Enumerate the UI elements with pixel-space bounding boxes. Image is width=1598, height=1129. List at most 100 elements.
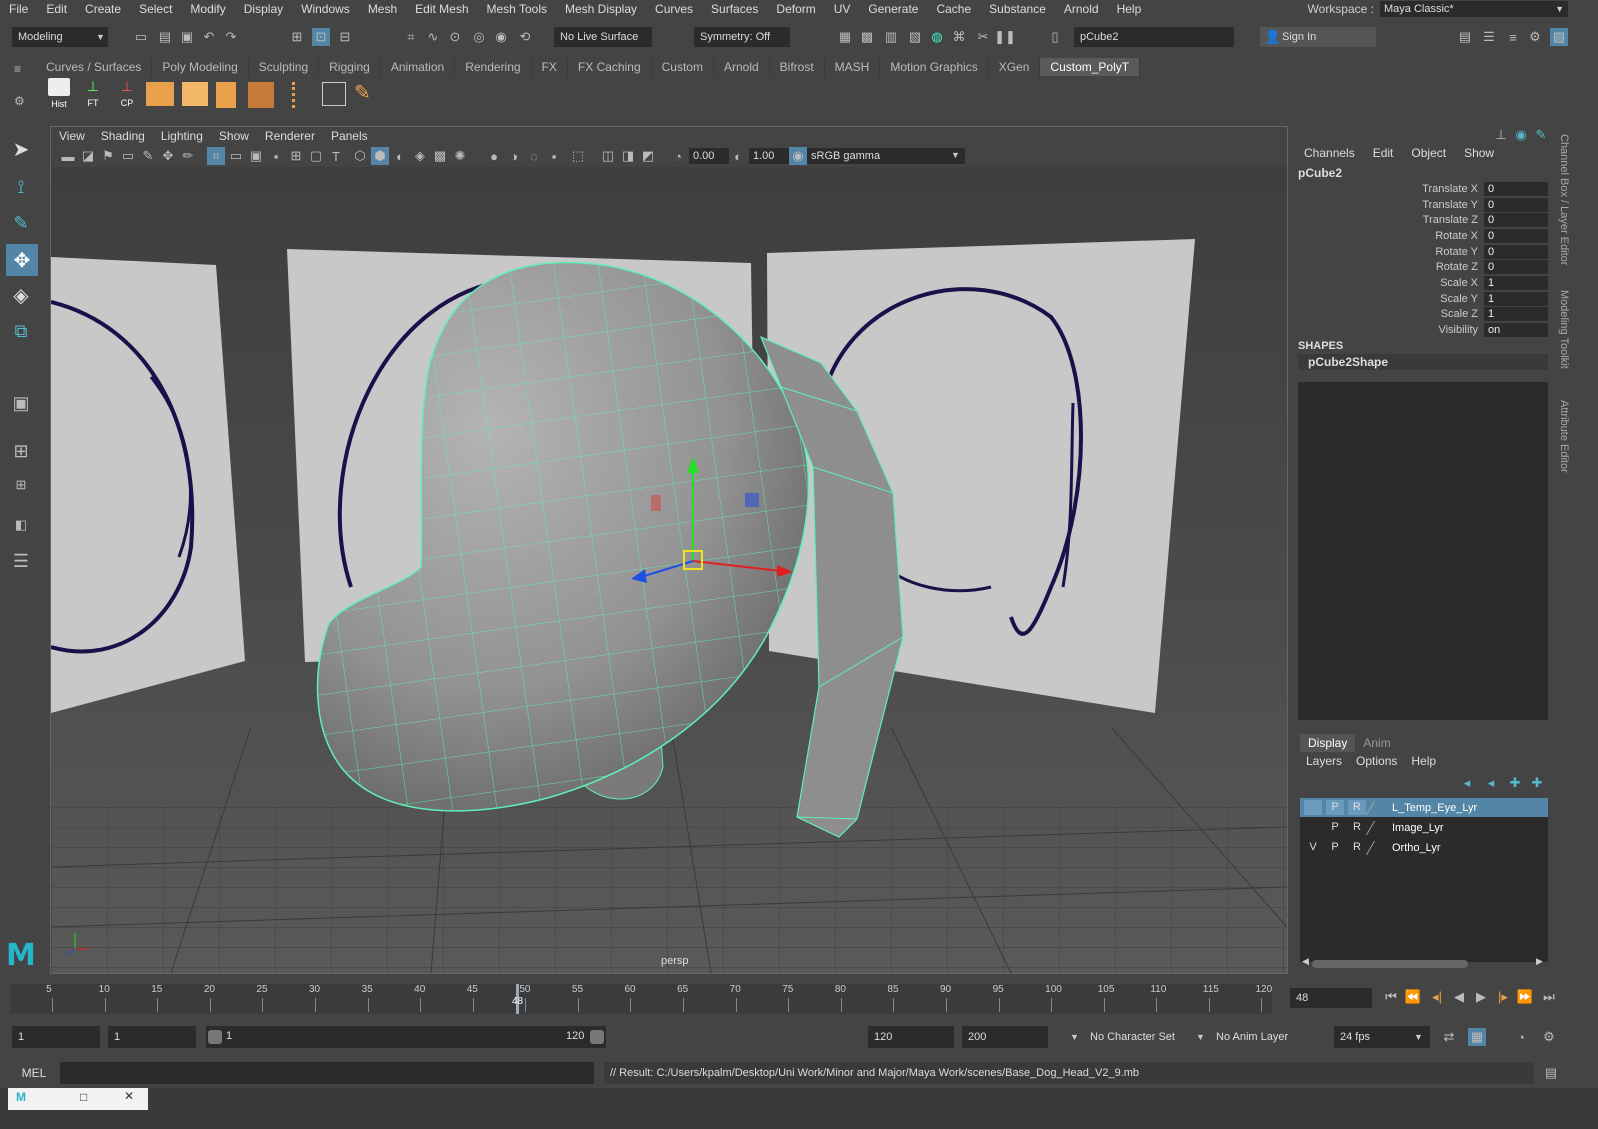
range-bar[interactable]: 1 120 — [206, 1026, 606, 1048]
tab-sculpting[interactable]: Sculpting — [249, 58, 320, 76]
channel-box-icon[interactable]: ▧ — [1550, 28, 1568, 46]
menu-substance[interactable]: Substance — [980, 0, 1055, 18]
step-back-key-icon[interactable]: ⏪ — [1404, 988, 1422, 1006]
layer-r-toggle[interactable]: R — [1348, 800, 1366, 815]
snap-view-icon[interactable]: ◎ — [470, 28, 488, 46]
exposure-icon[interactable]: ◔ — [669, 147, 687, 165]
chevron-down-icon[interactable]: ▼ — [1196, 1032, 1205, 1042]
viewport-menu-lighting[interactable]: Lighting — [153, 127, 211, 145]
textured-icon[interactable]: ◈ — [411, 147, 429, 165]
loop-icon[interactable]: ⇄ — [1440, 1028, 1458, 1046]
checker-icon[interactable]: ▩ — [431, 147, 449, 165]
menu-deform[interactable]: Deform — [767, 0, 824, 18]
snap-point-icon[interactable]: ⊙ — [446, 28, 464, 46]
minimized-window[interactable]: M □ ✕ — [8, 1088, 148, 1110]
new-layer-selected-icon[interactable]: ✚ — [1528, 774, 1546, 792]
scroll-left-icon[interactable]: ◀ — [1302, 956, 1309, 967]
motion-blur-icon[interactable]: ◌ — [525, 147, 543, 165]
layout-grid-icon[interactable]: ⊞ — [12, 476, 30, 494]
side-tab-channel-box[interactable]: Channel Box / Layer Editor — [1558, 134, 1570, 265]
keyframe-tangent-icon[interactable]: ◔ — [1512, 1028, 1530, 1046]
3d-viewport[interactable]: persp — [51, 167, 1287, 973]
layer-p-toggle[interactable]: P — [1326, 820, 1344, 835]
channel-box-edit-icon[interactable]: ✎ — [1532, 126, 1550, 144]
layer-scrollbar[interactable] — [1312, 960, 1468, 968]
layer-row[interactable]: V P R Ortho_Lyr — [1300, 838, 1548, 857]
attribute-value[interactable]: on — [1484, 323, 1548, 338]
layer-menu-help[interactable]: Help — [1411, 754, 1436, 768]
safe-title-icon[interactable]: T — [327, 147, 345, 165]
viewport-menu-shading[interactable]: Shading — [93, 127, 153, 145]
redo-icon[interactable]: ↷ — [222, 28, 240, 46]
grid-icon[interactable]: ⌗ — [207, 147, 225, 165]
mode-dropdown[interactable]: Modeling — [12, 27, 108, 47]
object-name-field[interactable]: pCube2 — [1074, 27, 1234, 47]
tab-curves-surfaces[interactable]: Curves / Surfaces — [36, 58, 153, 76]
snap-live-icon[interactable]: ⟲ — [516, 28, 534, 46]
channel-menu-object[interactable]: Object — [1411, 146, 1446, 160]
attribute-value[interactable]: 0 — [1484, 213, 1548, 228]
tab-mash[interactable]: MASH — [825, 58, 881, 76]
layer-color-icon[interactable] — [1365, 820, 1389, 835]
poly-cube-icon[interactable] — [146, 82, 174, 106]
select-component-icon[interactable]: ⊟ — [336, 28, 354, 46]
menu-select[interactable]: Select — [130, 0, 181, 18]
tab-display[interactable]: Display — [1300, 734, 1356, 752]
chevron-down-icon[interactable]: ▼ — [951, 150, 960, 160]
lasso-tool-icon[interactable]: ⟟ — [12, 177, 30, 197]
tab-custom[interactable]: Custom — [652, 58, 714, 76]
symmetry-dropdown[interactable]: Symmetry: Off — [694, 27, 790, 47]
layer-name[interactable]: L_Temp_Eye_Lyr — [1392, 802, 1477, 814]
go-to-end-icon[interactable]: ⏭ — [1540, 988, 1558, 1006]
layer-menu-options[interactable]: Options — [1356, 754, 1397, 768]
tab-fx-caching[interactable]: FX Caching — [568, 58, 652, 76]
render-frame-icon[interactable]: ▦ — [836, 28, 854, 46]
tab-arnold[interactable]: Arnold — [714, 58, 770, 76]
menu-edit[interactable]: Edit — [37, 0, 76, 18]
channel-box-axis-icon[interactable]: ⊥ — [1492, 126, 1510, 144]
layer-color-icon[interactable] — [1365, 840, 1389, 855]
field-chart-icon[interactable]: ⊞ — [287, 147, 305, 165]
current-frame-field[interactable]: 48 — [1290, 988, 1372, 1008]
script-language-button[interactable]: MEL — [12, 1062, 56, 1084]
tab-poly-modeling[interactable]: Poly Modeling — [152, 58, 249, 76]
menu-mesh-display[interactable]: Mesh Display — [556, 0, 646, 18]
render-sequence-icon[interactable]: ▩ — [858, 28, 876, 46]
character-set-dropdown[interactable]: No Character Set — [1084, 1026, 1194, 1048]
isolate-select-icon[interactable]: ⬚ — [569, 147, 587, 165]
xray-icon[interactable]: ◫ — [599, 147, 617, 165]
chevron-down-icon[interactable]: ▼ — [1070, 1032, 1079, 1042]
pencil-icon[interactable]: ✎ — [354, 80, 371, 105]
viewport-menu-renderer[interactable]: Renderer — [257, 127, 323, 145]
color-management-icon[interactable]: ◉ — [789, 147, 807, 165]
tab-animation[interactable]: Animation — [381, 58, 456, 76]
channel-menu-channels[interactable]: Channels — [1304, 146, 1355, 160]
viewport-menu-view[interactable]: View — [51, 127, 93, 145]
move-plane-xy[interactable] — [651, 495, 661, 511]
tool-settings-icon[interactable]: ⚙ — [1526, 28, 1544, 46]
combine-icon[interactable] — [248, 82, 274, 108]
playback-end-field[interactable]: 120 — [868, 1026, 954, 1048]
arnold-render-icon[interactable]: ✂ — [974, 28, 992, 46]
chevron-down-icon[interactable]: ▼ — [1555, 4, 1564, 14]
hypershade-icon[interactable]: ◍ — [928, 28, 946, 46]
attribute-value[interactable]: 1 — [1484, 291, 1548, 306]
attribute-row[interactable]: Scale Z 1 — [1294, 307, 1548, 323]
tab-custom-polyt[interactable]: Custom_PolyT — [1040, 58, 1141, 76]
step-forward-key-icon[interactable]: ⏩ — [1516, 988, 1534, 1006]
attribute-row[interactable]: Translate Z 0 — [1294, 212, 1548, 228]
layer-menu-layers[interactable]: Layers — [1306, 754, 1342, 768]
layer-v-toggle[interactable] — [1304, 800, 1322, 815]
image-plane-icon[interactable]: ▭ — [119, 147, 137, 165]
camera-attributes-icon[interactable]: ◪ — [79, 147, 97, 165]
camera-select-icon[interactable]: ▬ — [59, 147, 77, 165]
go-to-start-icon[interactable]: ⏮ — [1382, 988, 1400, 1006]
new-scene-icon[interactable]: ▭ — [132, 28, 150, 46]
layer-p-toggle[interactable]: P — [1326, 800, 1344, 815]
2d-pan-icon[interactable]: ✥ — [159, 147, 177, 165]
side-tab-attribute-editor[interactable]: Attribute Editor — [1558, 400, 1570, 473]
viewport-menu-panels[interactable]: Panels — [323, 127, 376, 145]
menu-modify[interactable]: Modify — [181, 0, 234, 18]
play-forward-icon[interactable]: ▶ — [1472, 988, 1490, 1006]
tab-anim[interactable]: Anim — [1355, 734, 1398, 752]
